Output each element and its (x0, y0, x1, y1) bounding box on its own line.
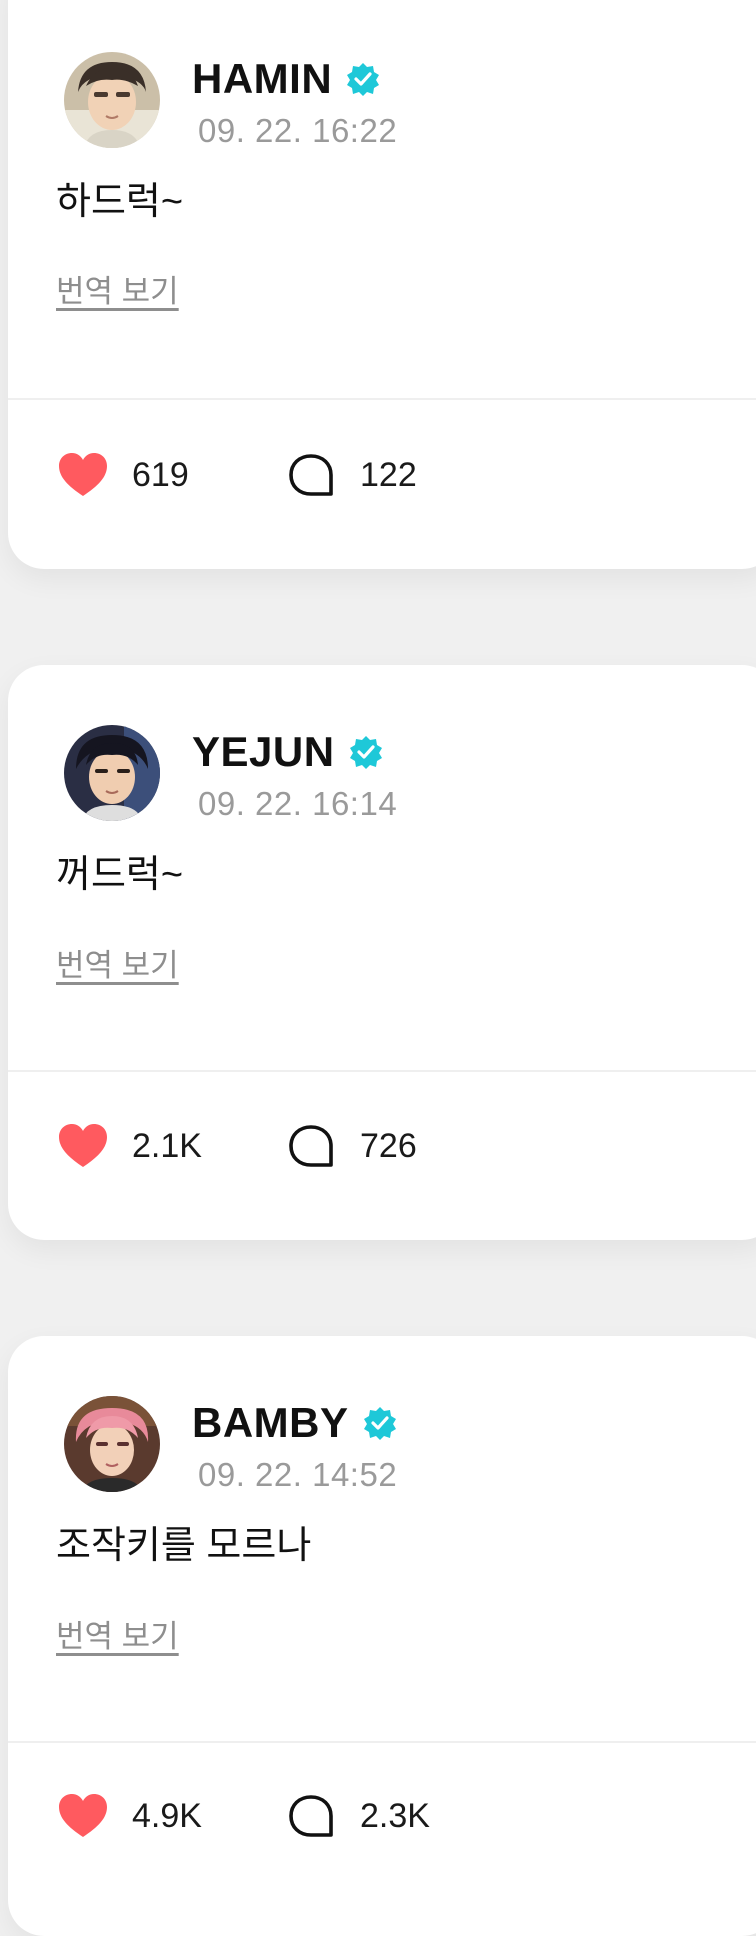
post-header: HAMIN 09. 22. 16:22 (64, 52, 664, 152)
verified-badge-icon (363, 1406, 397, 1440)
translate-link[interactable]: 번역 보기 (56, 266, 179, 311)
post-actions: 619 122 (56, 445, 656, 505)
post-card[interactable]: HAMIN 09. 22. 16:22 하드럭~ 번역 보기 619 122 (8, 0, 756, 569)
translate-link[interactable]: 번역 보기 (56, 1611, 179, 1656)
heart-icon (56, 448, 110, 502)
like-button[interactable]: 2.1K (56, 1116, 202, 1176)
post-feed: HAMIN 09. 22. 16:22 하드럭~ 번역 보기 619 122 Y… (0, 0, 756, 1936)
like-button[interactable]: 4.9K (56, 1786, 202, 1846)
divider (8, 1070, 756, 1072)
comment-bubble-icon (284, 1119, 338, 1173)
author-name[interactable]: BAMBY (192, 1399, 349, 1447)
like-count: 2.1K (132, 1126, 202, 1165)
comment-count: 2.3K (360, 1796, 430, 1835)
like-button[interactable]: 619 (56, 445, 189, 505)
heart-icon (56, 1789, 110, 1843)
author-row: YEJUN (192, 727, 383, 777)
verified-badge-icon (349, 735, 383, 769)
comment-count: 122 (360, 455, 417, 494)
like-count: 4.9K (132, 1796, 202, 1835)
post-card[interactable]: YEJUN 09. 22. 16:14 꺼드럭~ 번역 보기 2.1K 726 (8, 665, 756, 1240)
author-row: HAMIN (192, 54, 380, 104)
like-count: 619 (132, 455, 189, 494)
comment-bubble-icon (284, 1789, 338, 1843)
translate-link[interactable]: 번역 보기 (56, 940, 179, 985)
avatar[interactable] (64, 725, 160, 821)
post-text: 꺼드럭~ (56, 854, 184, 896)
comment-button[interactable]: 122 (284, 445, 417, 505)
post-card[interactable]: BAMBY 09. 22. 14:52 조작키를 모르나 번역 보기 4.9K … (8, 1336, 756, 1936)
avatar[interactable] (64, 1396, 160, 1492)
post-timestamp: 09. 22. 16:14 (198, 785, 398, 822)
divider (8, 398, 756, 400)
author-name[interactable]: HAMIN (192, 55, 332, 103)
heart-icon (56, 1119, 110, 1173)
author-name[interactable]: YEJUN (192, 728, 335, 776)
post-actions: 2.1K 726 (56, 1116, 656, 1176)
post-text: 하드럭~ (56, 181, 184, 223)
author-row: BAMBY (192, 1398, 397, 1448)
post-timestamp: 09. 22. 16:22 (198, 112, 398, 149)
comment-button[interactable]: 2.3K (284, 1786, 430, 1846)
comment-button[interactable]: 726 (284, 1116, 417, 1176)
post-header: YEJUN 09. 22. 16:14 (64, 725, 664, 825)
post-text: 조작키를 모르나 (56, 1525, 312, 1567)
post-timestamp: 09. 22. 14:52 (198, 1456, 398, 1493)
comment-count: 726 (360, 1126, 417, 1165)
verified-badge-icon (346, 62, 380, 96)
comment-bubble-icon (284, 448, 338, 502)
avatar[interactable] (64, 52, 160, 148)
divider (8, 1741, 756, 1743)
post-header: BAMBY 09. 22. 14:52 (64, 1396, 664, 1496)
post-actions: 4.9K 2.3K (56, 1786, 656, 1846)
